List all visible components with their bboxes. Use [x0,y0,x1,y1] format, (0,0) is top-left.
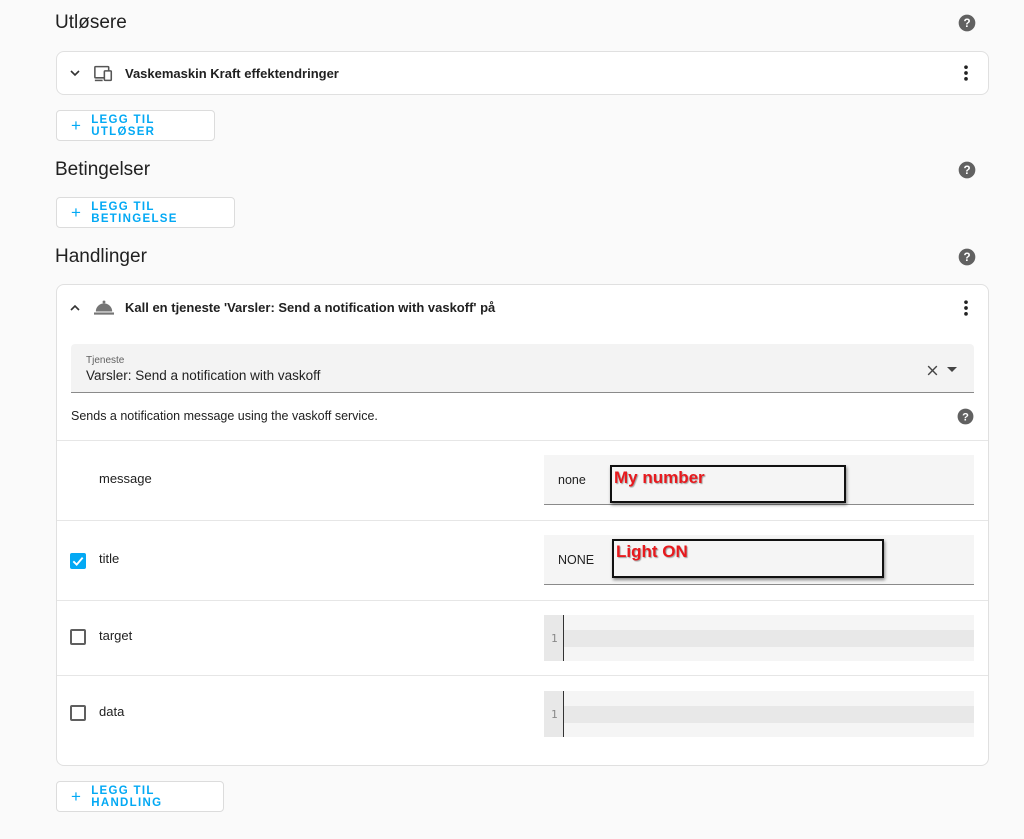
service-select-label: Tjeneste [86,355,125,366]
title-input-value: NONE [558,553,595,567]
divider [57,520,988,521]
data-code-editor[interactable]: 1 [544,691,974,737]
action-label: Kall en tjeneste 'Varsler: Send a notifi… [125,300,496,315]
chevron-down-icon[interactable] [67,65,83,81]
line-number: 1 [551,632,558,645]
divider [57,600,988,601]
help-icon[interactable]: ? [957,13,977,33]
active-line [564,630,974,647]
field-label-title: title [99,551,120,566]
field-label-message: message [99,471,152,486]
clear-icon[interactable] [926,364,939,377]
more-vertical-icon[interactable] [956,63,976,83]
help-icon[interactable]: ? [957,247,977,267]
actions-title: Handlinger [55,246,147,267]
divider [57,675,988,676]
svg-text:?: ? [963,164,970,177]
service-select-value: Varsler: Send a notification with vaskof… [86,368,321,383]
plus-icon: + [71,203,83,222]
add-action-button[interactable]: + LEGG TIL HANDLING [56,781,224,812]
svg-text:?: ? [963,17,970,30]
action-card: Kall en tjeneste 'Varsler: Send a notifi… [56,284,989,766]
add-trigger-label: LEGG TIL UTLØSER [91,113,156,138]
trigger-card[interactable]: Vaskemaskin Kraft effektendringer [56,51,989,95]
title-checkbox[interactable] [70,553,86,569]
data-checkbox[interactable] [70,705,86,721]
target-code-editor[interactable]: 1 [544,615,974,661]
more-vertical-icon[interactable] [956,298,976,318]
device-icon [94,65,113,82]
chevron-up-icon[interactable] [67,300,83,316]
target-checkbox[interactable] [70,629,86,645]
divider [57,440,988,441]
add-action-label: LEGG TIL HANDLING [91,784,163,809]
plus-icon: + [71,116,83,135]
help-icon[interactable]: ? [957,160,977,180]
add-condition-label: LEGG TIL BETINGELSE [91,200,178,225]
service-select[interactable]: Tjeneste Varsler: Send a notification wi… [71,344,974,393]
checkmark-icon [72,557,84,567]
conditions-title: Betingelser [55,159,151,180]
help-icon[interactable]: ? [956,407,975,426]
annotation-title: Light ON [612,539,884,578]
add-condition-button[interactable]: + LEGG TIL BETINGELSE [56,197,235,228]
plus-icon: + [71,787,83,806]
active-line [564,706,974,723]
trigger-label: Vaskemaskin Kraft effektendringer [125,66,339,81]
add-trigger-button[interactable]: + LEGG TIL UTLØSER [56,110,215,141]
service-bell-icon [94,300,114,315]
triggers-title: Utløsere [55,12,127,33]
line-number: 1 [551,708,558,721]
svg-text:?: ? [962,411,969,423]
service-description: Sends a notification message using the v… [71,409,378,423]
field-label-data: data [99,704,125,719]
field-label-target: target [99,628,133,643]
dropdown-arrow-icon[interactable] [947,366,957,374]
message-input-value: none [558,473,586,487]
annotation-message: My number [610,465,846,503]
svg-text:?: ? [963,251,970,264]
